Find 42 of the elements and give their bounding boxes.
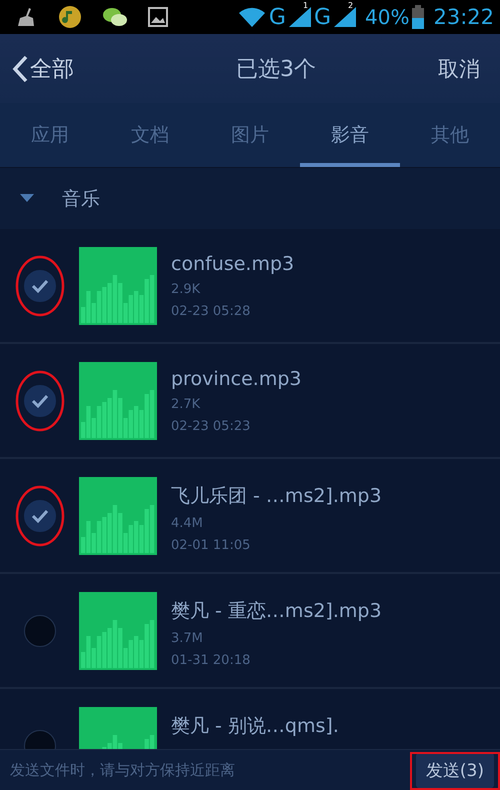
file-name: confuse.mp3 (171, 253, 294, 275)
send-button[interactable]: 发送(3) (416, 752, 494, 788)
file-size: 2.7K (171, 396, 202, 414)
file-date: 02-01 11:05 (171, 537, 252, 555)
file-size: 4.4M (171, 515, 204, 533)
check-circle-icon[interactable] (23, 498, 57, 532)
sim-index: 1 (302, 1, 308, 10)
battery-icon (412, 5, 424, 29)
check-circle-icon[interactable] (23, 614, 57, 648)
file-date: 01-31 20:18 (171, 652, 252, 670)
network-type: G (314, 4, 332, 30)
wifi-icon (238, 6, 266, 28)
back-label: 全部 (30, 56, 74, 84)
section-title: 音乐 (62, 186, 100, 212)
file-date: 02-23 05:23 (171, 418, 252, 436)
file-name: 樊凡 - 重恋…ms2].mp3 (171, 599, 382, 624)
file-size: 3.7M (171, 630, 204, 648)
page-title: 已选3个 (236, 56, 316, 84)
audio-thumbnail-icon (79, 476, 157, 554)
check-circle-icon[interactable] (23, 268, 57, 302)
battery-percent: 40% (365, 5, 410, 29)
signal-icon (334, 7, 356, 27)
sim-index: 2 (348, 1, 354, 10)
music-app-icon (58, 5, 82, 29)
audio-thumbnail-icon (79, 246, 157, 324)
cancel-button[interactable]: 取消 (438, 54, 480, 82)
check-circle-icon[interactable] (23, 384, 57, 418)
back-button[interactable]: 全部 (12, 54, 74, 84)
hint-text: 发送文件时，请与对方保持近距离 (10, 760, 235, 780)
signal-icon (288, 7, 311, 27)
file-name: province.mp3 (171, 368, 302, 390)
network-type: G (268, 4, 286, 30)
audio-thumbnail-icon (79, 362, 157, 440)
clock: 23:22 (433, 5, 494, 29)
file-size: 2.9K (171, 281, 202, 299)
file-date: 02-23 05:28 (171, 303, 252, 321)
image-icon (148, 7, 168, 27)
file-name: 飞儿乐团 - …ms2].mp3 (171, 484, 382, 509)
audio-thumbnail-icon (79, 592, 157, 670)
chat-app-icon (102, 6, 128, 28)
file-name: 樊凡 - 别说…qms]. (171, 714, 339, 739)
section-header[interactable]: 音乐 (0, 167, 500, 229)
